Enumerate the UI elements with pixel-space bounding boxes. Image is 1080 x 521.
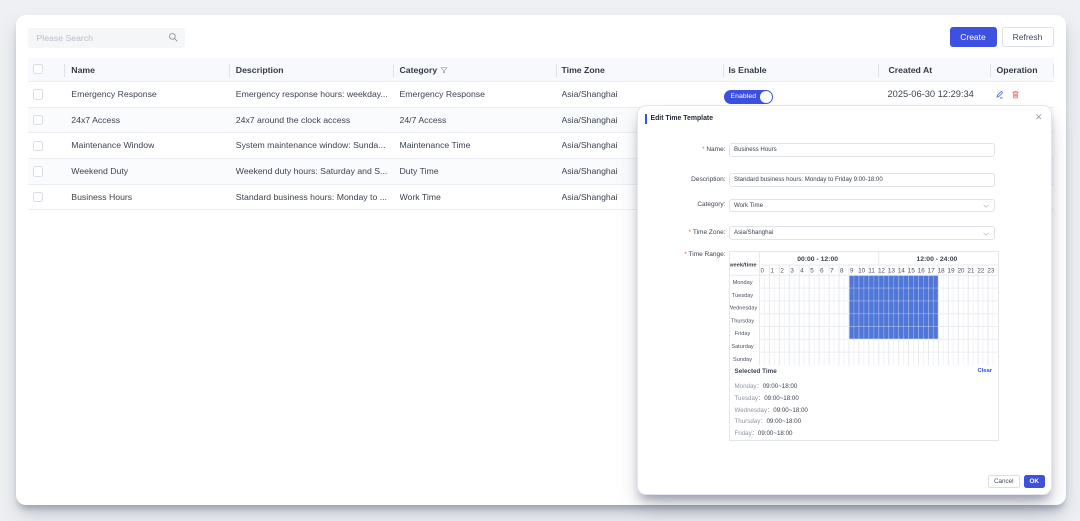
svg-text:12: 12 — [878, 267, 885, 274]
svg-text:5: 5 — [810, 267, 814, 274]
svg-text:15: 15 — [908, 267, 915, 274]
svg-text:16: 16 — [918, 267, 925, 274]
svg-text:Tuesday: Tuesday — [732, 292, 753, 298]
svg-text:19: 19 — [948, 267, 955, 274]
svg-text:14: 14 — [898, 267, 905, 274]
svg-text:week/time: week/time — [730, 262, 757, 268]
svg-text:21: 21 — [968, 267, 975, 274]
svg-text:Thursday: Thursday — [731, 318, 755, 324]
svg-text:Saturday: Saturday — [731, 344, 754, 350]
svg-text:22: 22 — [977, 267, 984, 274]
svg-text:11: 11 — [868, 267, 875, 274]
svg-text:0: 0 — [761, 267, 765, 274]
svg-text:Friday: Friday — [735, 331, 751, 337]
svg-text:3: 3 — [790, 267, 794, 274]
svg-text:Sunday: Sunday — [733, 356, 752, 362]
svg-text:1: 1 — [770, 267, 774, 274]
svg-text:23: 23 — [987, 267, 994, 274]
svg-text:18: 18 — [938, 267, 945, 274]
svg-text:12:00 - 24:00: 12:00 - 24:00 — [916, 256, 957, 263]
svg-text:20: 20 — [958, 267, 965, 274]
svg-text:9: 9 — [850, 267, 854, 274]
svg-text:8: 8 — [840, 267, 844, 274]
svg-text:10: 10 — [858, 267, 865, 274]
svg-text:13: 13 — [888, 267, 895, 274]
svg-text:6: 6 — [820, 267, 824, 274]
svg-text:2: 2 — [780, 267, 784, 274]
svg-text:Monday: Monday — [733, 280, 753, 286]
svg-text:17: 17 — [928, 267, 935, 274]
svg-text:00:00 - 12:00: 00:00 - 12:00 — [797, 256, 838, 263]
svg-text:Wednesday: Wednesday — [730, 305, 757, 311]
svg-text:4: 4 — [800, 267, 804, 274]
svg-text:7: 7 — [830, 267, 834, 274]
